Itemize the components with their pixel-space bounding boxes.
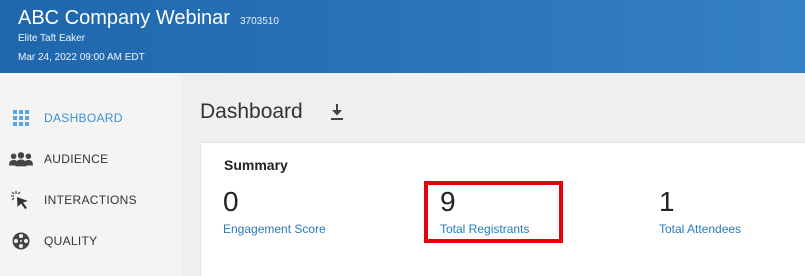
cursor-click-icon [9,190,33,210]
summary-title: Summary [224,157,288,173]
webinar-id: 3703510 [239,16,279,27]
webinar-datetime: Mar 24, 2022 09:00 AM EDT [18,52,145,63]
sidebar-item-label: DASHBOARD [44,111,123,125]
sidebar-item-interactions[interactable]: INTERACTIONS [0,182,181,218]
users-icon [9,149,33,169]
sidebar: DASHBOARD AUDIENCE INTERACTIONS QUALITY [0,73,181,276]
highlight-box [424,181,563,243]
metric-value: 1 [659,186,675,217]
metric-engagement-score: 0 Engagement Score [223,186,326,237]
sidebar-item-label: INTERACTIONS [44,193,137,207]
presenter-name: Elite Taft Eaker [18,33,86,44]
sidebar-item-label: QUALITY [44,234,98,248]
grid-icon [9,108,33,128]
metric-total-attendees: 1 Total Attendees [659,186,741,237]
title-row: ABC Company Webinar 3703510 [18,7,279,30]
webinar-header: ABC Company Webinar 3703510 Elite Taft E… [0,0,805,73]
sidebar-item-label: AUDIENCE [44,152,109,166]
metric-value: 0 [223,186,239,217]
main-content: Dashboard Summary 0 Engagement Score 9 T… [181,73,805,276]
webinar-title: ABC Company Webinar [18,7,230,29]
film-reel-icon [9,231,33,251]
sidebar-item-dashboard[interactable]: DASHBOARD [0,100,181,136]
page-title: Dashboard [200,100,303,123]
download-icon[interactable] [329,102,345,122]
total-attendees-link[interactable]: Total Attendees [659,222,741,236]
engagement-score-link[interactable]: Engagement Score [223,222,326,236]
sidebar-item-quality[interactable]: QUALITY [0,223,181,259]
sidebar-item-audience[interactable]: AUDIENCE [0,141,181,177]
